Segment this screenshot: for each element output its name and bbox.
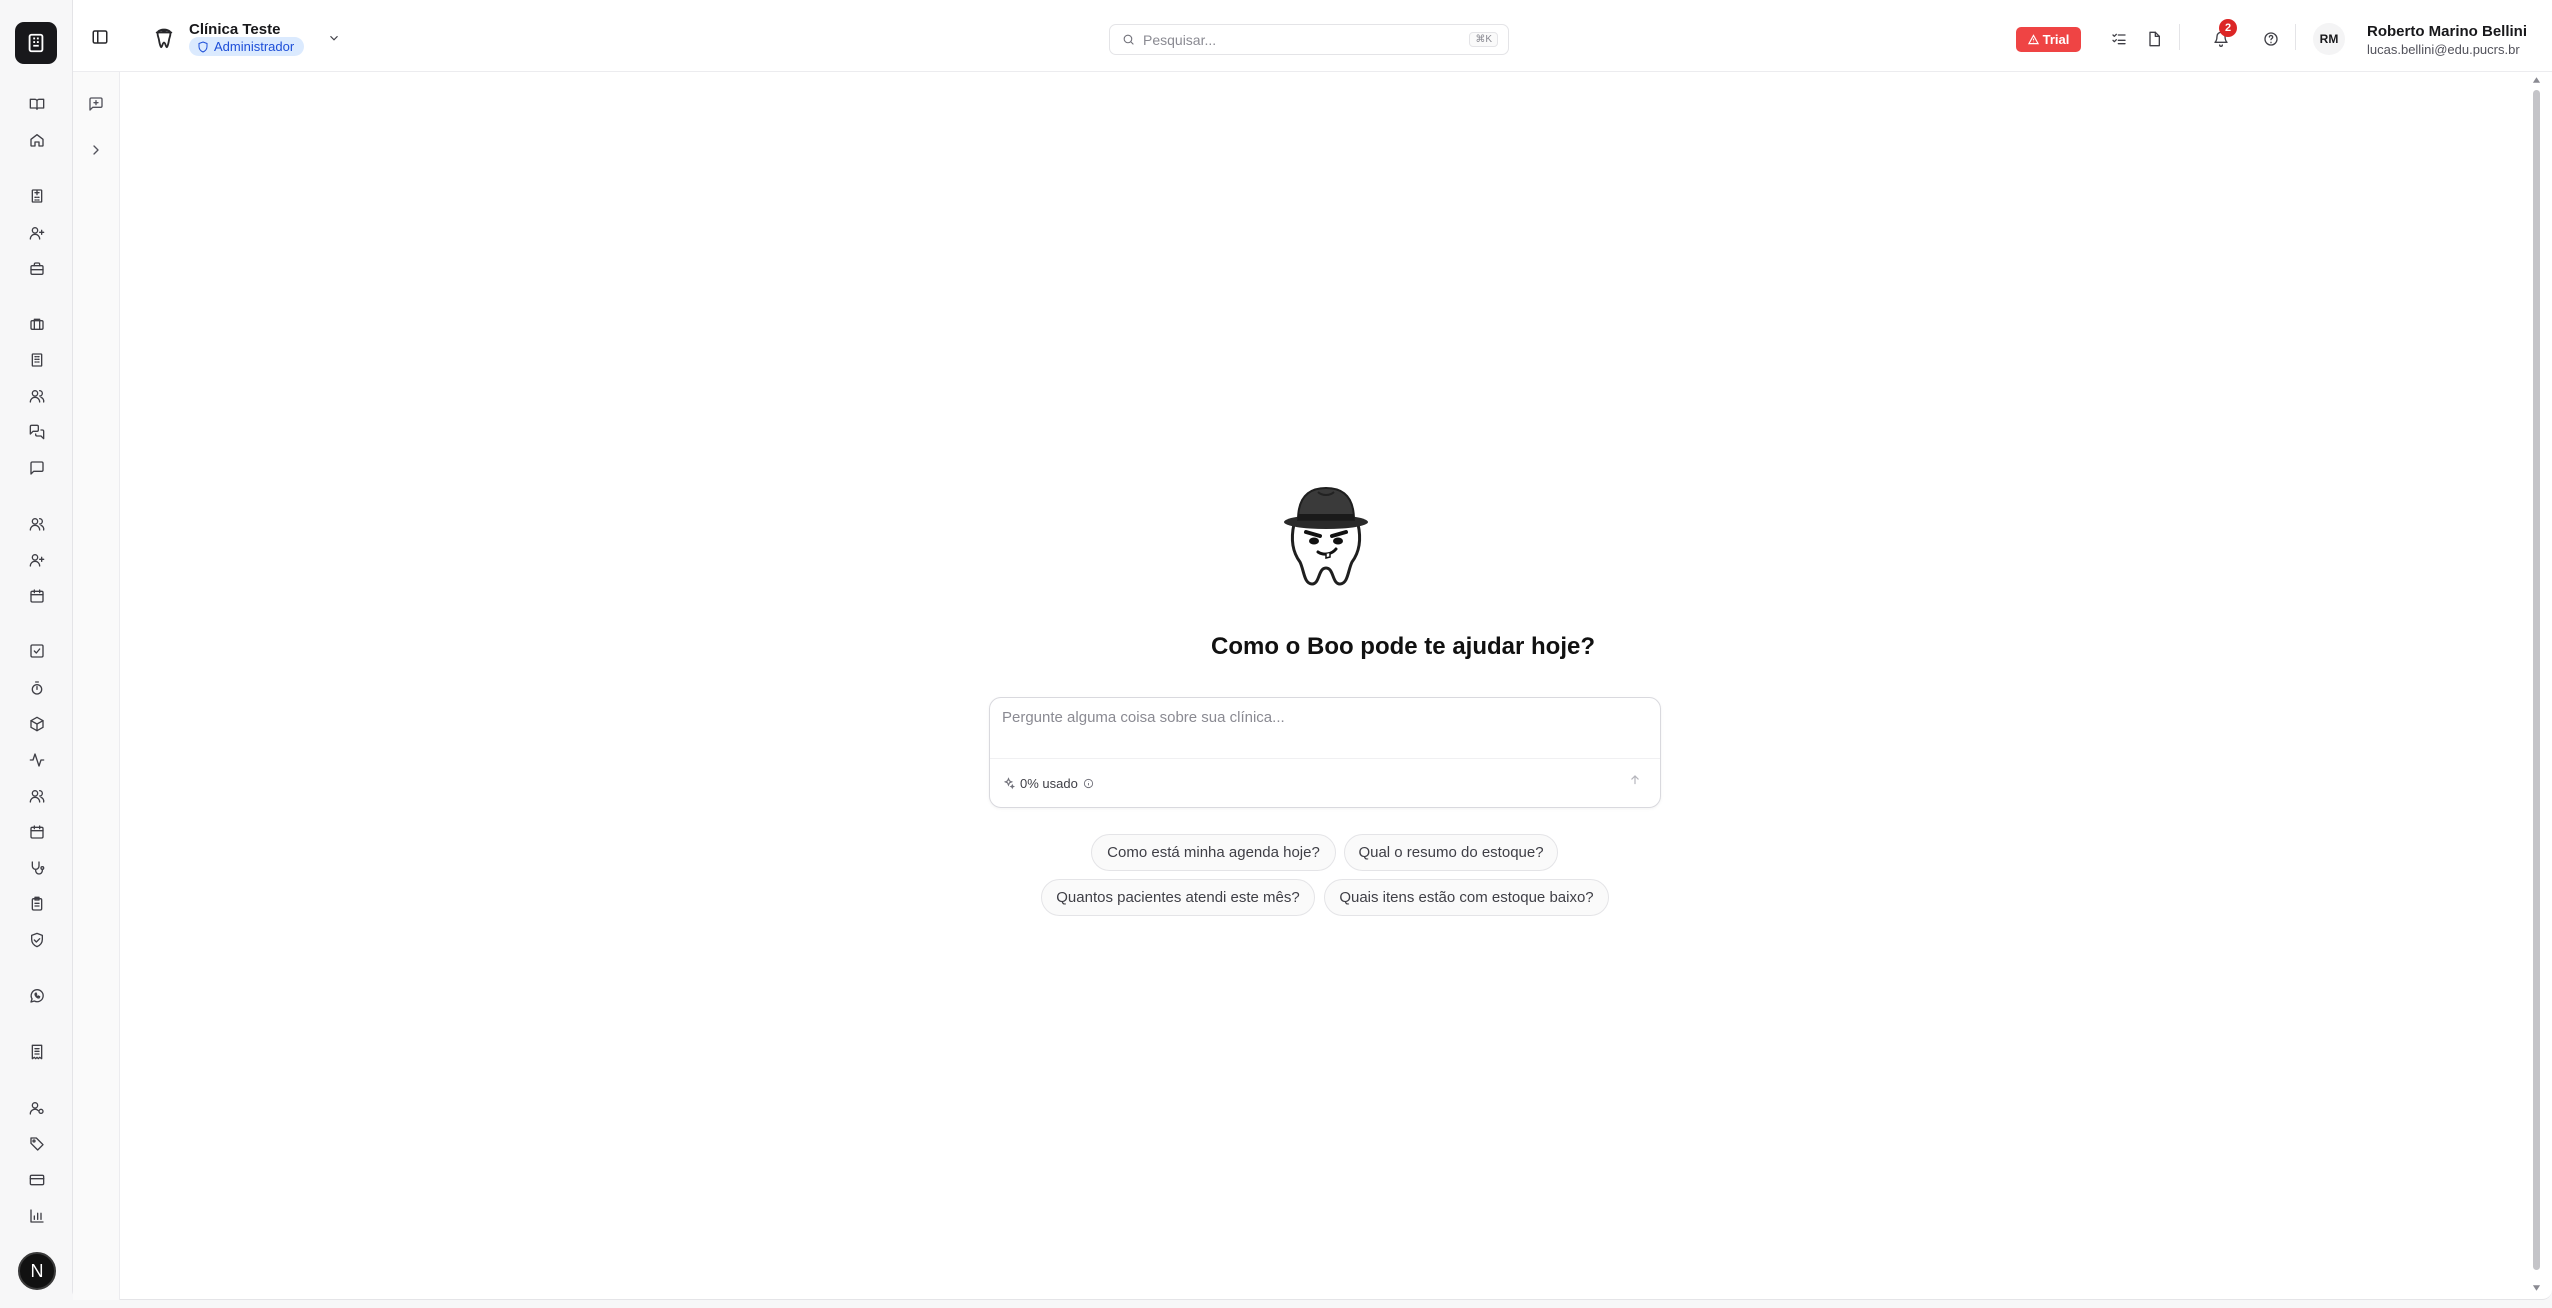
new-chat-icon[interactable] <box>88 96 104 112</box>
info-icon[interactable] <box>1083 778 1094 789</box>
divider <box>990 758 1660 759</box>
user-settings-icon[interactable] <box>28 1099 45 1116</box>
clipboard-icon[interactable] <box>28 895 45 912</box>
role-badge: Administrador <box>189 37 305 56</box>
user-plus-icon[interactable] <box>28 224 45 241</box>
trial-badge[interactable]: Trial <box>2016 27 2081 52</box>
suggestion-chip[interactable]: Quantos pacientes atendi este mês? <box>1041 879 1315 916</box>
credit-card-icon[interactable] <box>28 1171 45 1188</box>
checklist-icon[interactable] <box>2110 30 2128 48</box>
user-add-icon[interactable] <box>28 551 45 568</box>
scroll-up-arrow-icon[interactable] <box>2532 76 2541 84</box>
send-button[interactable] <box>1628 773 1646 791</box>
usage-indicator: 0% usado <box>1002 776 1094 791</box>
tooth-logo-icon <box>153 26 175 50</box>
trial-label: Trial <box>2042 32 2070 47</box>
team-icon[interactable] <box>28 787 45 804</box>
chat-sidebar <box>73 72 120 1300</box>
calendar-days-icon[interactable] <box>28 823 45 840</box>
activity-icon[interactable] <box>28 751 45 768</box>
chevron-down-icon[interactable] <box>327 31 341 45</box>
search-icon <box>1123 34 1134 45</box>
receipt-icon[interactable] <box>28 1043 45 1060</box>
arrow-up-icon <box>1631 775 1639 785</box>
chat-composer: 0% usado <box>989 697 1661 808</box>
tags-icon[interactable] <box>28 1135 45 1152</box>
top-bar: Clínica Teste Administrador ⌘K Trial 2 R… <box>73 0 2552 72</box>
chat-input[interactable] <box>1002 709 1642 749</box>
suggestion-chip[interactable]: Como está minha agenda hoje? <box>1091 834 1336 871</box>
stethoscope-icon[interactable] <box>28 859 45 876</box>
scroll-thumb[interactable] <box>2533 90 2540 1270</box>
main-scrollbar[interactable] <box>2531 72 2542 1300</box>
book-open-icon[interactable] <box>28 95 45 112</box>
timer-icon[interactable] <box>28 679 45 696</box>
sidebar-toggle-icon[interactable] <box>91 28 109 46</box>
hospital-icon[interactable] <box>28 187 45 204</box>
search-bar[interactable]: ⌘K <box>1109 24 1509 55</box>
home-icon[interactable] <box>28 131 45 148</box>
divider <box>2179 24 2180 50</box>
role-label: Administrador <box>214 39 295 54</box>
bar-chart-icon[interactable] <box>28 1207 45 1224</box>
sparkles-icon <box>1003 777 1015 790</box>
suggestion-chip[interactable]: Qual o resumo do estoque? <box>1344 834 1558 871</box>
notification-badge: 2 <box>2219 19 2237 37</box>
package-icon[interactable] <box>28 715 45 732</box>
help-icon[interactable] <box>2262 30 2280 48</box>
messages-icon[interactable] <box>28 423 45 440</box>
assistant-greeting: Como o Boo pode te ajudar hoje? <box>1211 633 1595 660</box>
search-shortcut: ⌘K <box>1469 32 1498 47</box>
calendar-icon[interactable] <box>28 587 45 604</box>
boo-mascot-image <box>1280 484 1372 588</box>
briefcase-medical-icon[interactable] <box>28 315 45 332</box>
shield-icon <box>198 40 208 53</box>
chevron-right-icon[interactable] <box>88 142 104 158</box>
alert-triangle-icon <box>2027 34 2039 45</box>
shield-check-icon[interactable] <box>28 931 45 948</box>
main-panel: Clínica Teste Administrador ⌘K Trial 2 R… <box>72 0 2552 1300</box>
document-icon[interactable] <box>2145 30 2163 48</box>
main-nav-rail: N <box>0 0 72 1308</box>
users-icon[interactable] <box>28 387 45 404</box>
user-email: lucas.bellini@edu.pucrs.br <box>2367 42 2520 57</box>
suggestion-chip[interactable]: Quais itens estão com estoque baixo? <box>1324 879 1609 916</box>
whatsapp-icon[interactable] <box>28 987 45 1004</box>
user-name[interactable]: Roberto Marino Bellini <box>2367 23 2527 40</box>
briefcase-icon[interactable] <box>28 260 45 277</box>
building-icon[interactable] <box>28 351 45 368</box>
divider <box>2295 24 2296 50</box>
search-input[interactable] <box>1143 31 1470 48</box>
users-group-icon[interactable] <box>28 515 45 532</box>
app-logo[interactable] <box>15 22 57 64</box>
clinic-name[interactable]: Clínica Teste <box>189 21 280 38</box>
check-square-icon[interactable] <box>28 642 45 659</box>
scroll-down-arrow-icon[interactable] <box>2532 1284 2541 1292</box>
usage-label: 0% usado <box>1020 776 1078 791</box>
account-avatar[interactable]: N <box>18 1252 56 1290</box>
user-avatar[interactable]: RM <box>2313 23 2345 55</box>
message-square-icon[interactable] <box>28 459 45 476</box>
